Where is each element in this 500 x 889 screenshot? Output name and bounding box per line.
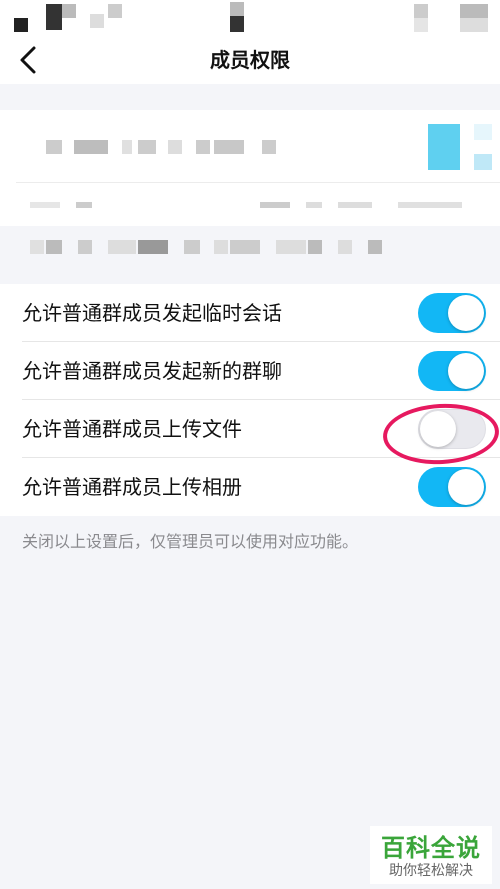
blurred-text bbox=[30, 240, 44, 254]
blurred-text bbox=[196, 140, 210, 154]
status-pixel bbox=[14, 18, 28, 32]
blurred-text bbox=[46, 240, 62, 254]
status-pixel bbox=[460, 18, 488, 32]
setting-label: 允许普通群成员发起新的群聊 bbox=[22, 359, 282, 383]
blurred-text bbox=[262, 140, 276, 154]
blurred-text bbox=[260, 202, 290, 208]
status-bar bbox=[0, 0, 500, 36]
status-pixel bbox=[62, 4, 76, 18]
group-avatar bbox=[428, 124, 460, 170]
blurred-text bbox=[338, 240, 352, 254]
blurred-text bbox=[138, 140, 156, 154]
blurred-text bbox=[338, 202, 372, 208]
toggle-knob bbox=[448, 295, 484, 331]
toggle-switch[interactable] bbox=[418, 293, 486, 333]
page-title: 成员权限 bbox=[210, 48, 290, 72]
blurred-text bbox=[214, 140, 244, 154]
blurred-text bbox=[214, 240, 228, 254]
status-pixel bbox=[414, 18, 428, 32]
blurred-section bbox=[0, 226, 500, 284]
blurred-text bbox=[122, 140, 132, 154]
setting-row-temp-chat: 允许普通群成员发起临时会话 bbox=[0, 284, 500, 342]
blurred-text bbox=[138, 240, 168, 254]
blurred-text bbox=[306, 202, 322, 208]
status-pixel bbox=[230, 2, 244, 16]
divider bbox=[16, 182, 500, 183]
setting-row-new-group: 允许普通群成员发起新的群聊 bbox=[0, 342, 500, 400]
blurred-text bbox=[308, 240, 322, 254]
watermark-logo: 百科全说 助你轻松解决 bbox=[370, 826, 492, 884]
toggle-switch[interactable] bbox=[418, 351, 486, 391]
watermark-subtitle: 助你轻松解决 bbox=[389, 863, 473, 879]
setting-row-upload-album: 允许普通群成员上传相册 bbox=[0, 458, 500, 516]
blurred-text bbox=[368, 240, 382, 254]
blurred-text bbox=[398, 202, 462, 208]
watermark-title: 百科全说 bbox=[381, 834, 481, 862]
toggle-switch[interactable] bbox=[418, 467, 486, 507]
blurred-text bbox=[74, 140, 108, 154]
toggle-knob bbox=[448, 353, 484, 389]
blurred-text bbox=[78, 240, 92, 254]
settings-footnote: 关闭以上设置后，仅管理员可以使用对应功能。 bbox=[22, 532, 359, 551]
settings-list: 允许普通群成员发起临时会话 允许普通群成员发起新的群聊 允许普通群成员上传文件 … bbox=[0, 284, 500, 516]
toggle-knob bbox=[448, 469, 484, 505]
blurred-text bbox=[46, 140, 62, 154]
blurred-text bbox=[30, 202, 60, 208]
status-pixel bbox=[90, 14, 104, 28]
status-pixel bbox=[230, 16, 244, 32]
blurred-text bbox=[230, 240, 260, 254]
chevron-left-icon[interactable] bbox=[16, 45, 42, 75]
nav-bar: 成员权限 bbox=[0, 36, 500, 84]
group-avatar bbox=[474, 124, 492, 140]
setting-label: 允许普通群成员发起临时会话 bbox=[22, 301, 282, 325]
status-pixel bbox=[414, 4, 428, 18]
status-pixel bbox=[46, 4, 62, 30]
group-info-card[interactable] bbox=[0, 110, 500, 226]
blurred-text bbox=[184, 240, 200, 254]
blurred-text bbox=[76, 202, 92, 208]
blurred-text bbox=[108, 240, 136, 254]
group-avatar bbox=[474, 154, 492, 170]
setting-label: 允许普通群成员上传相册 bbox=[22, 475, 242, 499]
blurred-text bbox=[168, 140, 182, 154]
blurred-text bbox=[276, 240, 306, 254]
status-pixel bbox=[460, 4, 488, 18]
status-pixel bbox=[108, 4, 122, 18]
setting-label: 允许普通群成员上传文件 bbox=[22, 417, 242, 441]
